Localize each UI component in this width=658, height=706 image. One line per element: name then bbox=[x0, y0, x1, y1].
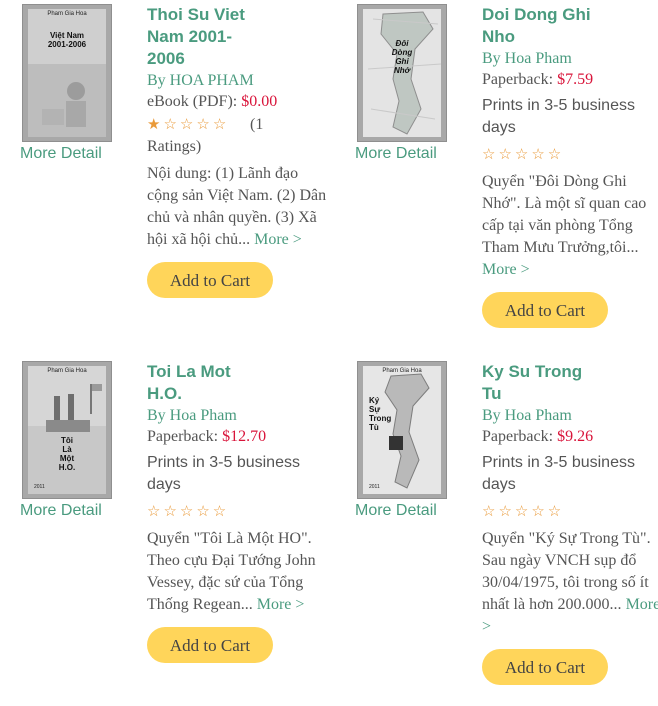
ratings-count-cont: Ratings) bbox=[147, 138, 202, 155]
format-label: Paperback: bbox=[147, 428, 223, 445]
add-to-cart-button[interactable]: Add to Cart bbox=[147, 262, 273, 298]
author-link[interactable]: By Hoa Pham bbox=[482, 405, 658, 426]
product-description: Quyển "Ký Sự Trong Tù". Sau ngày VNCH sụ… bbox=[482, 528, 658, 638]
add-to-cart-button[interactable]: Add to Cart bbox=[147, 627, 273, 663]
star-rating[interactable]: ☆☆☆☆☆ bbox=[482, 144, 658, 166]
product-description: Quyển "Đôi Dòng Ghi Nhớ". Là một sĩ quan… bbox=[482, 171, 658, 281]
more-link[interactable]: More > bbox=[254, 231, 302, 248]
star-rating[interactable]: ☆☆☆☆☆ bbox=[482, 501, 658, 523]
star-empty-icon: ☆☆☆☆☆ bbox=[147, 504, 230, 520]
product-title[interactable]: Doi Dong Ghi Nho bbox=[482, 4, 600, 48]
product-info: Thoi Su Viet Nam 2001-2006 By HOA PHAM e… bbox=[147, 4, 342, 298]
price: $9.26 bbox=[557, 428, 594, 445]
author-link[interactable]: By HOA PHAM bbox=[147, 70, 342, 91]
format-label: eBook (PDF): bbox=[147, 93, 242, 110]
book-cover-image[interactable]: Pham Gia Hoa Tôi Là Một H.O. 2011 bbox=[22, 361, 112, 499]
author-link[interactable]: By Hoa Pham bbox=[147, 405, 342, 426]
star-filled-icon: ★ bbox=[147, 117, 164, 133]
book-cover-image[interactable]: Pham Gia Hoa Ký Sự Trong Tù 2011 bbox=[357, 361, 447, 499]
product-card: Đôi Dòng Ghi Nhớ More Detail Doi Dong Gh… bbox=[355, 4, 658, 349]
description-text: Quyển "Đôi Dòng Ghi Nhớ". Là một sĩ quan… bbox=[482, 173, 647, 256]
price: $0.00 bbox=[241, 93, 278, 110]
print-time-text: Prints in 3-5 business days bbox=[482, 97, 635, 136]
price-line: Paperback: $9.26 bbox=[482, 426, 658, 447]
print-time-text: Prints in 3-5 business days bbox=[482, 454, 635, 493]
cover-title: Đôi Dòng Ghi Nhớ bbox=[391, 39, 413, 75]
cover-year: 2011 bbox=[34, 484, 45, 490]
product-info: Doi Dong Ghi Nho By Hoa Pham Paperback: … bbox=[482, 4, 658, 328]
cover-statue-figure bbox=[28, 384, 106, 494]
star-empty-icon: ☆☆☆☆☆ bbox=[482, 147, 565, 163]
price: $12.70 bbox=[222, 428, 267, 445]
add-to-cart-button[interactable]: Add to Cart bbox=[482, 292, 608, 328]
more-detail-link[interactable]: More Detail bbox=[20, 502, 102, 520]
book-cover-image[interactable]: Pham Gia Hoa Việt Nam 2001-2006 bbox=[22, 4, 112, 142]
price-line: eBook (PDF): $0.00 bbox=[147, 91, 342, 112]
cover-title: Tôi Là Một H.O. bbox=[58, 436, 76, 472]
format-label: Paperback: bbox=[482, 71, 558, 88]
star-rating[interactable]: ★☆☆☆☆ (1 bbox=[147, 114, 342, 136]
product-title[interactable]: Thoi Su Viet Nam 2001-2006 bbox=[147, 4, 265, 70]
product-card: Pham Gia Hoa Tôi Là Một H.O. 2011 More D… bbox=[20, 361, 342, 706]
cover-title: Ký Sự Trong Tù bbox=[369, 396, 392, 432]
product-title[interactable]: Toi La Mot H.O. bbox=[147, 361, 265, 405]
product-info: Ky Su Trong Tu By Hoa Pham Paperback: $9… bbox=[482, 361, 658, 685]
more-detail-link[interactable]: More Detail bbox=[355, 145, 437, 163]
star-empty-icon: ☆ bbox=[179, 117, 197, 133]
book-cover-image[interactable]: Đôi Dòng Ghi Nhớ bbox=[357, 4, 447, 142]
product-card: Pham Gia Hoa Ký Sự Trong Tù 2011 More De… bbox=[355, 361, 658, 706]
price-line: Paperback: $12.70 bbox=[147, 426, 342, 447]
more-link[interactable]: More > bbox=[257, 596, 305, 613]
price: $7.59 bbox=[557, 71, 594, 88]
cover-year: 2011 bbox=[369, 484, 380, 490]
star-empty-icon: ☆ bbox=[196, 117, 213, 133]
star-empty-icon: ☆☆☆☆☆ bbox=[482, 504, 565, 520]
cover-photo-figure bbox=[28, 64, 106, 137]
ratings-count: (1 bbox=[250, 116, 264, 133]
product-card: Pham Gia Hoa Việt Nam 2001-2006 More Det… bbox=[20, 4, 342, 349]
product-info: Toi La Mot H.O. By Hoa Pham Paperback: $… bbox=[147, 361, 342, 663]
star-empty-icon: ☆ bbox=[212, 117, 230, 133]
more-detail-link[interactable]: More Detail bbox=[20, 145, 102, 163]
more-detail-link[interactable]: More Detail bbox=[355, 502, 437, 520]
more-link[interactable]: More > bbox=[482, 261, 530, 278]
product-title[interactable]: Ky Su Trong Tu bbox=[482, 361, 600, 405]
product-description: Quyển "Tôi Là Một HO". Theo cựu Đại Tướn… bbox=[147, 528, 327, 616]
product-description: Nội dung: (1) Lãnh đạo cộng sản Việt Nam… bbox=[147, 163, 327, 251]
format-label: Paperback: bbox=[482, 428, 558, 445]
star-rating[interactable]: ☆☆☆☆☆ bbox=[147, 501, 342, 523]
price-line: Paperback: $7.59 bbox=[482, 69, 658, 90]
star-empty-icon: ☆ bbox=[163, 117, 180, 133]
add-to-cart-button[interactable]: Add to Cart bbox=[482, 649, 608, 685]
author-link[interactable]: By Hoa Pham bbox=[482, 48, 658, 69]
print-time-text: Prints in 3-5 business days bbox=[147, 454, 300, 493]
